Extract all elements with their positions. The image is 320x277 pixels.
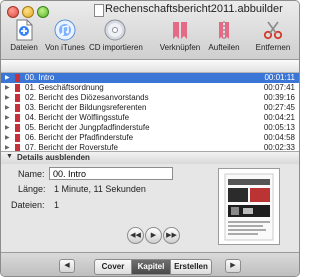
name-label: Name: [18,169,45,179]
chapter-name: 04. Bericht der Wölflingsstufe [25,113,130,122]
chapter-row[interactable]: ▶ 05. Bericht der Jungpfadfinderstufe 00:0… [1,123,299,133]
aufteilen-button[interactable]: Aufteilen [204,19,244,52]
tab-kapitel[interactable]: Kapitel [131,259,171,275]
title-bar: Rechenschaftsbericht2011.abbuilder Datei… [1,1,299,60]
add-files-icon [16,19,33,41]
entfernen-label: Entfernen [255,43,291,52]
bookmark-icon [15,104,20,112]
disclosure-triangle-icon[interactable]: ▶ [5,103,10,113]
chapter-name: 05. Bericht der Jungpfadfinderstufe [25,123,150,132]
bookmark-icon [15,94,20,102]
entfernen-button[interactable]: Entfernen [253,19,293,52]
details-panel: Name: 00. Intro Länge: 1 Minute, 11 Seku… [1,164,299,252]
bookmark-icon [15,74,20,82]
chapter-name: 06. Bericht der Pfadfinderstufe [25,133,134,142]
chapter-row[interactable]: ▶ 02. Bericht des Diözesanvorstands 00:39:… [1,93,299,103]
disclosure-triangle-icon: ▼ [6,153,13,160]
details-toggle-label: Details ausblenden [17,153,90,162]
chapter-duration: 00:05:13 [263,123,295,132]
document-icon [94,4,104,17]
itunes-icon [54,19,76,41]
aufteilen-label: Aufteilen [208,43,240,52]
zoom-window-button[interactable] [37,6,49,18]
dateien-button[interactable]: Dateien [7,19,41,52]
split-icon [219,21,229,39]
chapter-name: 03. Bericht der Bildungsreferenten [25,103,147,112]
chapter-row[interactable]: ▶ 00. Intro 00:01:11 [1,73,299,83]
chapter-name: 00. Intro [25,73,55,82]
join-icon [173,22,187,39]
chapter-list: ▶ 00. Intro 00:01:11 ▶ 01. Geschäftsordnung 0… [1,73,299,151]
minimize-window-button[interactable] [22,6,34,18]
chapter-duration: 00:02:33 [263,143,295,151]
files-label: Dateien: [11,200,45,210]
name-field[interactable]: 00. Intro [49,167,173,180]
play-button[interactable]: ▶ [145,227,162,244]
chapter-row[interactable]: ▶ 04. Bericht der Wölflingsstufe 00:04:21 [1,113,299,123]
tab-erstellen[interactable]: Erstellen [170,259,212,275]
chapter-duration: 00:01:11 [264,73,295,82]
disclosure-triangle-icon[interactable]: ▶ [5,133,10,143]
verknuepfen-button[interactable]: Verknüpfen [159,19,201,52]
dateien-label: Dateien [10,43,38,52]
chapter-row[interactable]: ▶ 06. Bericht der Pfadfinderstufe 00:04:58 [1,133,299,143]
chapter-duration: 00:27:45 [263,103,295,112]
chapter-duration: 00:07:41 [263,83,295,92]
disclosure-triangle-icon[interactable]: ▶ [5,123,10,133]
chapter-name: 02. Bericht des Diözesanvorstands [25,93,149,102]
bottom-bar: ◀ Cover Kapitel Erstellen ▶ [1,252,299,276]
document-preview-image [224,173,274,241]
previous-button[interactable]: ◀ [59,259,75,273]
chapter-duration: 00:39:16 [263,93,295,102]
verknuepfen-label: Verknüpfen [159,43,201,52]
chapter-row[interactable]: ▶ 07. Bericht der Roverstufe 00:02:33 [1,143,299,151]
rewind-button[interactable]: ◀◀ [127,227,144,244]
disclosure-triangle-icon[interactable]: ▶ [5,73,10,83]
length-value: 1 Minute, 11 Sekunden [54,184,146,194]
files-value: 1 [54,200,60,210]
window-title: Rechenschaftsbericht2011.abbuilder [105,3,283,15]
tab-cover[interactable]: Cover [94,259,132,275]
von-itunes-label: Von iTunes [45,43,85,52]
von-itunes-button[interactable]: Von iTunes [44,19,86,52]
chapter-name: 07. Bericht der Roverstufe [25,143,118,151]
bookmark-icon [15,134,20,142]
details-toggle[interactable]: ▼ Details ausblenden [1,151,299,165]
cd-importieren-label: CD importieren [89,43,143,52]
close-window-button[interactable] [7,6,19,18]
disclosure-triangle-icon[interactable]: ▶ [5,143,10,151]
chapter-duration: 00:04:58 [263,133,295,142]
bookmark-icon [15,84,20,92]
chapter-row[interactable]: ▶ 01. Geschäftsordnung 00:07:41 [1,83,299,93]
chapter-duration: 00:04:21 [263,113,295,122]
bookmark-icon [15,114,20,122]
disclosure-triangle-icon[interactable]: ▶ [5,113,10,123]
cd-importieren-button[interactable]: CD importieren [89,19,143,52]
bookmark-icon [15,124,20,132]
app-window: Rechenschaftsbericht2011.abbuilder Datei… [0,0,300,277]
chapter-name: 01. Geschäftsordnung [25,83,104,92]
list-header [1,60,299,73]
disclosure-triangle-icon[interactable]: ▶ [5,83,10,93]
forward-button[interactable]: ▶▶ [163,227,180,244]
bookmark-icon [15,144,20,151]
cd-icon [104,19,126,41]
scissors-icon [263,21,283,40]
chapter-image[interactable] [218,168,280,245]
disclosure-triangle-icon[interactable]: ▶ [5,93,10,103]
next-button[interactable]: ▶ [225,259,241,273]
length-label: Länge: [18,184,46,194]
chapter-row[interactable]: ▶ 03. Bericht der Bildungsreferenten 00:27… [1,103,299,113]
